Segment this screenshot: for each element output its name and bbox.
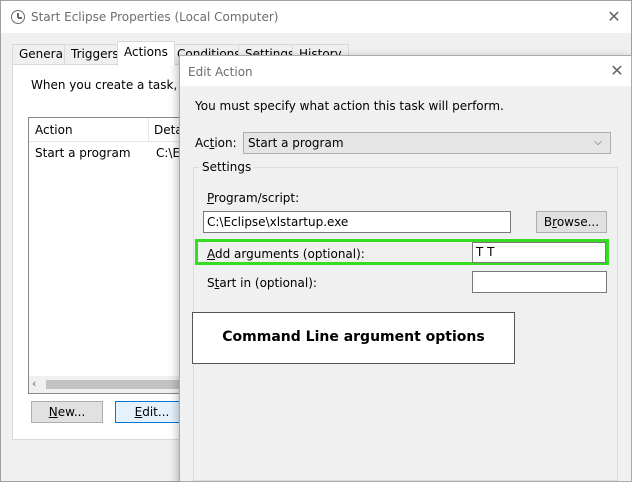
row-action-cell: Start a program xyxy=(35,146,131,160)
add-arguments-input[interactable]: T T xyxy=(472,242,606,263)
new-action-button[interactable]: New... xyxy=(31,401,103,423)
settings-legend: Settings xyxy=(199,160,255,174)
program-script-input[interactable]: C:\Eclipse\xlstartup.exe xyxy=(203,211,511,233)
actions-intro-text: When you create a task, you xyxy=(31,78,204,92)
annotation-callout: Command Line argument options xyxy=(192,312,515,364)
close-icon[interactable]: ✕ xyxy=(608,62,626,80)
browse-button[interactable]: Browse... xyxy=(536,211,607,233)
close-icon[interactable]: ✕ xyxy=(605,8,623,26)
column-header-action[interactable]: Action xyxy=(35,123,73,137)
tab-actions[interactable]: Actions xyxy=(117,41,175,66)
program-script-label: Program/script: xyxy=(207,191,300,205)
column-divider[interactable] xyxy=(148,118,149,142)
add-arguments-label: Add arguments (optional): xyxy=(207,247,365,261)
edit-action-button[interactable]: Edit... xyxy=(115,401,189,423)
chevron-down-icon[interactable]: ⌵ xyxy=(590,134,606,152)
add-arguments-value: T T xyxy=(476,245,495,259)
dialog-instruction: You must specify what action this task w… xyxy=(195,99,504,113)
scrollbar-thumb[interactable] xyxy=(46,380,186,389)
start-in-label: Start in (optional): xyxy=(207,276,317,290)
horizontal-scrollbar[interactable]: ‹ xyxy=(29,376,187,393)
window-title: Start Eclipse Properties (Local Computer… xyxy=(31,10,279,24)
window-titlebar: Start Eclipse Properties (Local Computer… xyxy=(1,1,631,33)
table-row[interactable]: Start a program C:\Ec xyxy=(29,142,187,163)
list-header: Action Deta xyxy=(29,118,187,142)
dialog-title: Edit Action xyxy=(188,65,253,79)
dialog-titlebar: Edit Action ✕ xyxy=(180,56,631,86)
start-in-input[interactable] xyxy=(472,271,607,293)
scroll-left-icon[interactable]: ‹ xyxy=(32,377,36,390)
action-label: Action: xyxy=(195,136,237,150)
program-script-value: C:\Eclipse\xlstartup.exe xyxy=(207,215,349,229)
action-dropdown[interactable]: Start a program ⌵ xyxy=(243,132,611,154)
callout-text: Command Line argument options xyxy=(222,329,485,345)
edit-action-dialog: Edit Action ✕ You must specify what acti… xyxy=(179,55,632,482)
action-dropdown-value: Start a program xyxy=(248,136,344,150)
actions-list[interactable]: Action Deta Start a program C:\Ec ‹ xyxy=(28,117,188,394)
task-scheduler-clock-icon xyxy=(11,10,25,24)
